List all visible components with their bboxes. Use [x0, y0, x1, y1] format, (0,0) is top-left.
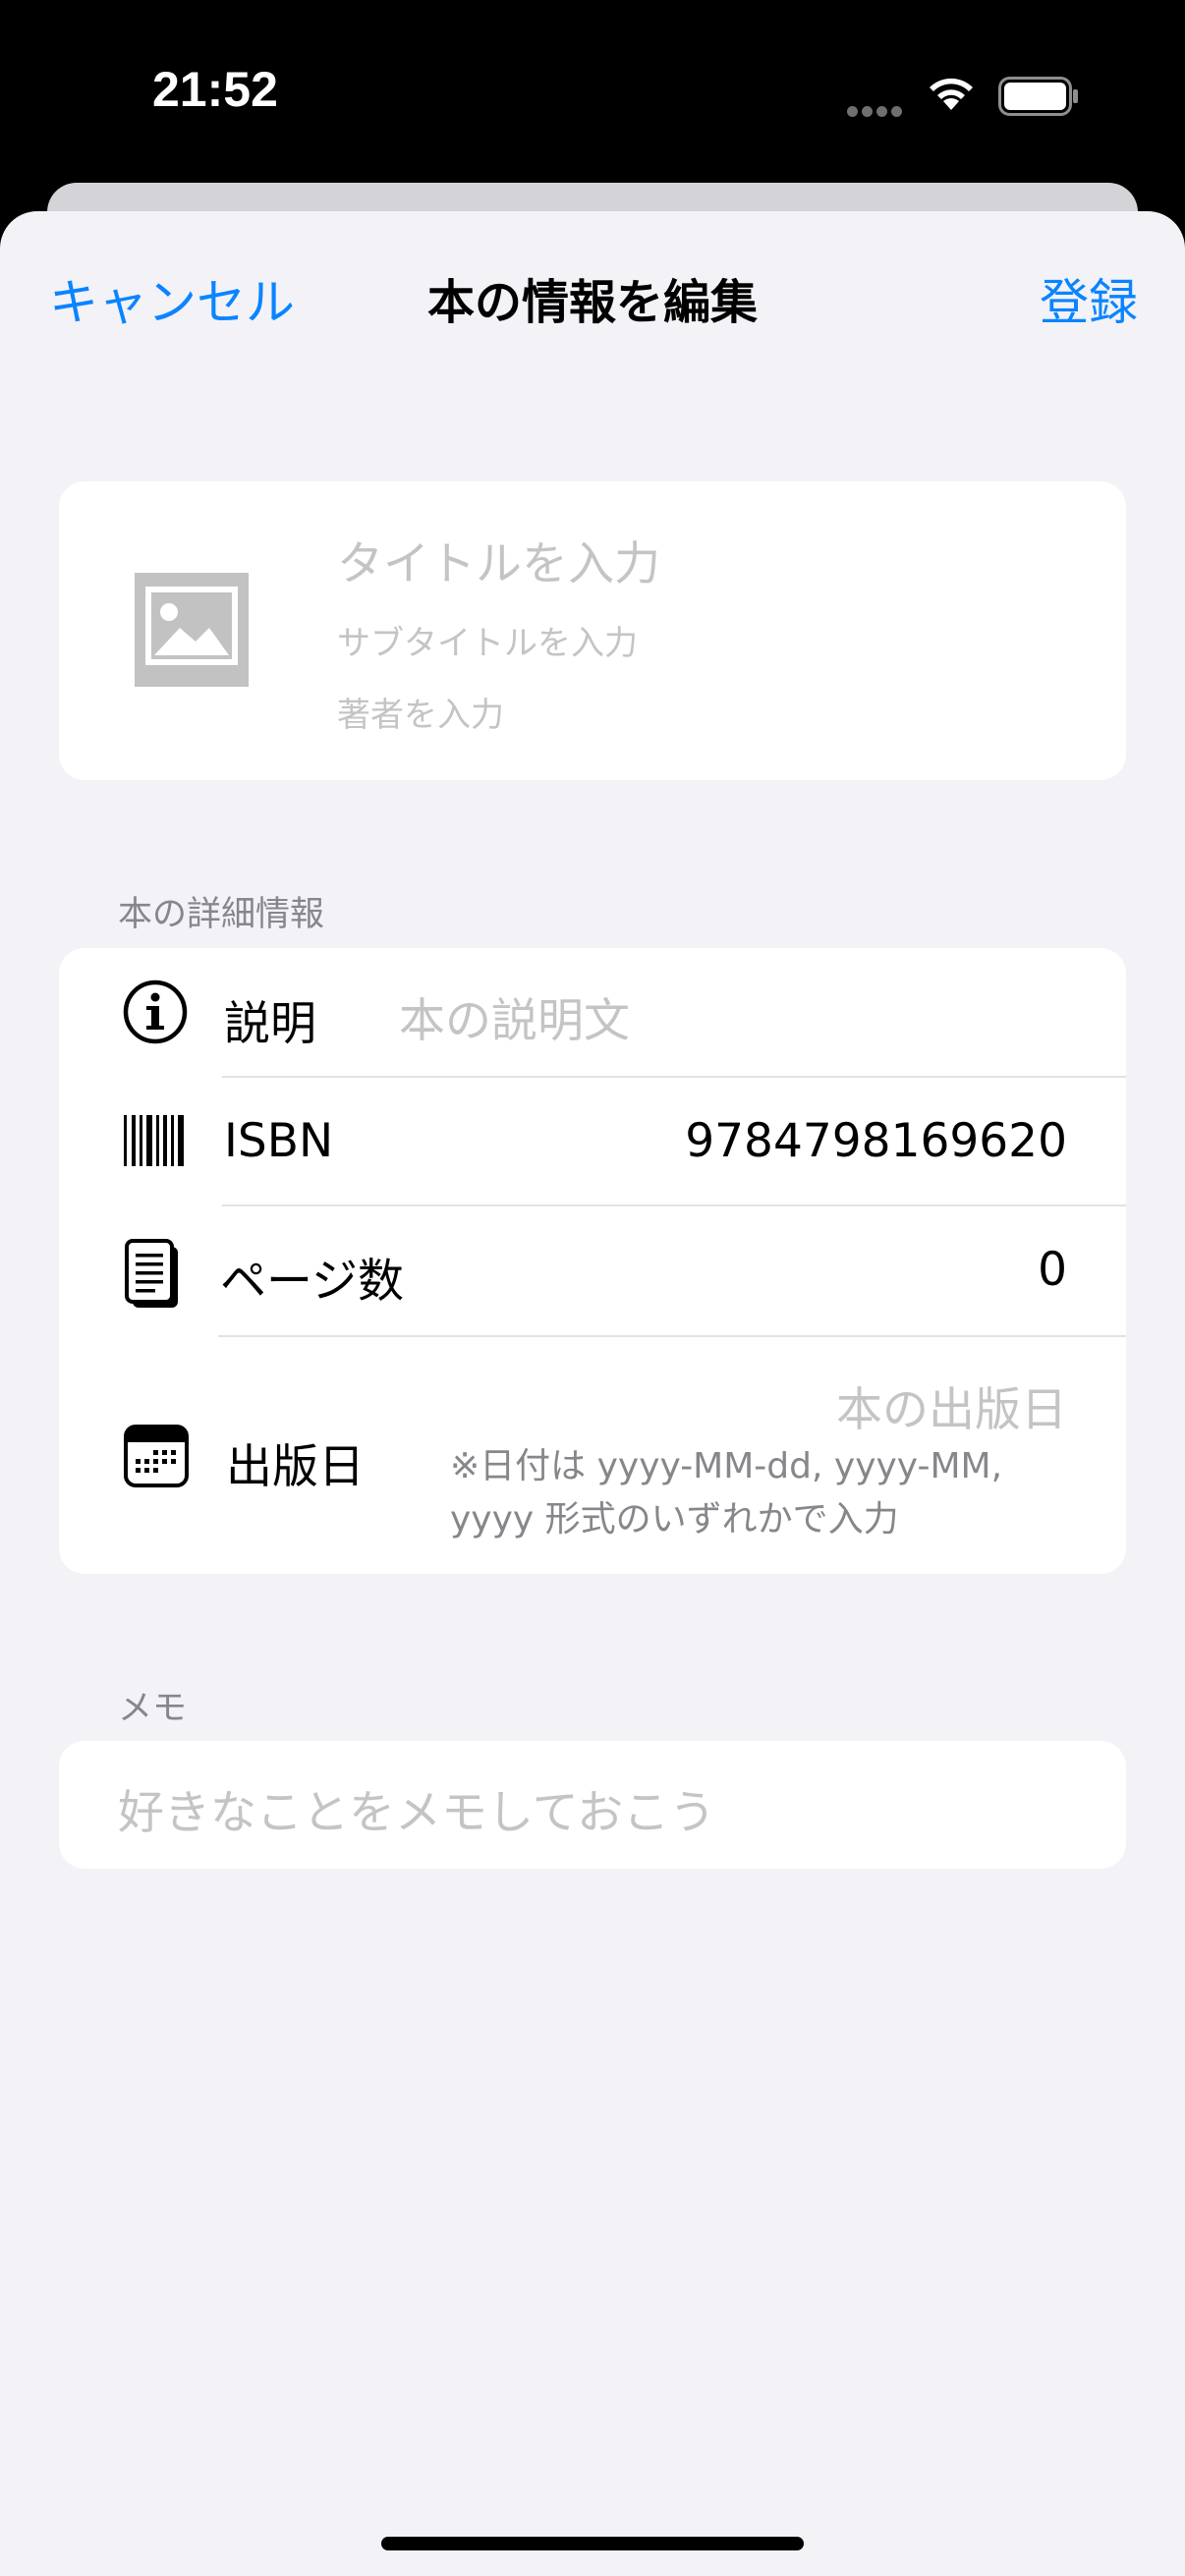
memo-input[interactable]: 好きなことをメモしておこう [118, 1774, 715, 1842]
page-title: 本の情報を編集 [426, 275, 758, 330]
battery-icon [998, 77, 1078, 116]
barcode-icon [124, 1115, 184, 1166]
pages-field[interactable]: 0 [1038, 1243, 1067, 1297]
description-label: 説明 [224, 997, 316, 1051]
isbn-field[interactable]: 9784798169620 [685, 1114, 1067, 1168]
document-pages-icon [125, 1239, 178, 1308]
description-input[interactable]: 本の説明文 [399, 982, 630, 1050]
divider [218, 1335, 1126, 1337]
title-input[interactable]: タイトルを入力 [337, 526, 660, 593]
published-date-label: 出版日 [226, 1440, 365, 1494]
home-indicator [381, 2537, 804, 2550]
cellular-signal-icon [847, 102, 906, 121]
isbn-label: ISBN [224, 1114, 334, 1168]
details-section-header: 本の詳細情報 [118, 895, 325, 934]
calendar-icon [124, 1425, 189, 1487]
register-button[interactable]: 登録 [1040, 263, 1138, 334]
subtitle-input[interactable]: サブタイトルを入力 [337, 616, 638, 664]
info-circle-icon [123, 980, 188, 1044]
divider [222, 1076, 1126, 1078]
status-bar: 21:52 [0, 0, 1185, 187]
divider [222, 1204, 1126, 1206]
pages-label: ページ数 [220, 1255, 405, 1309]
published-date-input[interactable]: 本の出版日 [836, 1372, 1067, 1439]
photo-placeholder-icon[interactable] [135, 573, 249, 687]
memo-section-header: メモ [118, 1689, 188, 1728]
wifi-icon [930, 78, 973, 110]
date-format-hint: ※日付は yyyy-MM-dd, yyyy-MM, yyyy 形式のいずれかで入… [450, 1446, 1003, 1540]
author-input[interactable]: 著者を入力 [337, 688, 504, 736]
status-time: 21:52 [152, 62, 278, 117]
